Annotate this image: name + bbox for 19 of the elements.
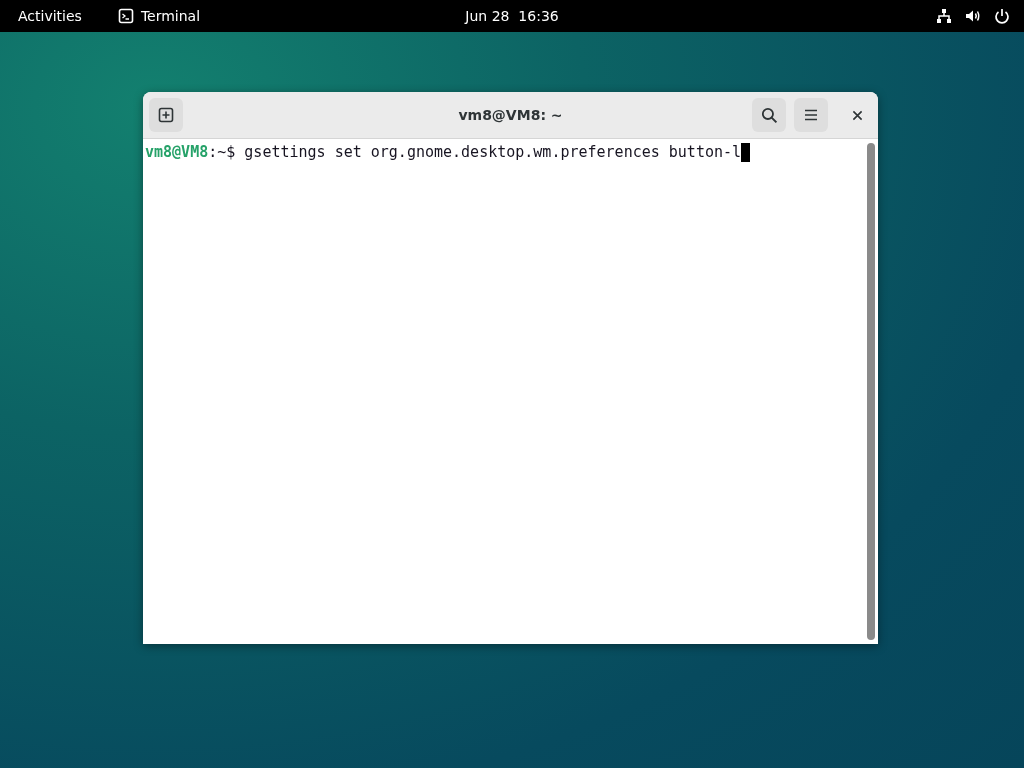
activities-button[interactable]: Activities	[18, 8, 82, 24]
close-icon	[851, 109, 863, 121]
new-tab-button[interactable]	[149, 98, 183, 132]
terminal-area[interactable]: vm8@VM8:~$ gsettings set org.gnome.desktop.wm.preferences button-l	[143, 139, 878, 644]
terminal-icon	[117, 8, 134, 24]
plus-box-icon	[158, 107, 174, 123]
app-name: Terminal	[140, 8, 201, 24]
volume-icon[interactable]	[965, 8, 981, 24]
clock[interactable]: Jun 28 16:36	[465, 8, 559, 24]
scrollbar[interactable]	[867, 143, 875, 640]
search-button[interactable]	[752, 98, 786, 132]
window-title: vm8@VM8: ~	[458, 107, 563, 123]
terminal-line: vm8@VM8:~$ gsettings set org.gnome.desktop.wm.preferences button-l	[145, 142, 742, 163]
power-icon[interactable]	[994, 8, 1010, 24]
search-icon	[760, 106, 778, 124]
network-icon[interactable]	[936, 8, 952, 24]
app-menu[interactable]: Terminal	[117, 8, 201, 24]
menu-button[interactable]	[794, 98, 828, 132]
menu-icon	[803, 107, 819, 123]
